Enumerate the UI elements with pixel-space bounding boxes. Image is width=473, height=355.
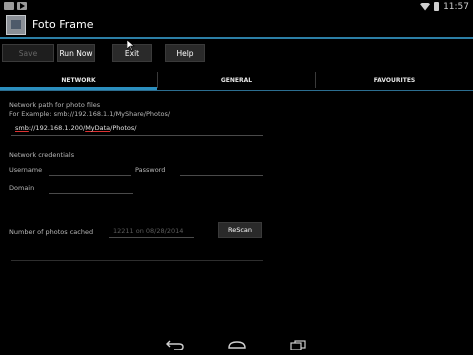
rescan-button[interactable]: ReScan: [218, 222, 262, 238]
back-icon[interactable]: [166, 340, 184, 350]
action-bar-divider: [0, 37, 473, 39]
tab-general[interactable]: GENERAL: [158, 69, 315, 91]
network-path-input[interactable]: smb://192.168.1.200/MyData/Photos/: [15, 124, 136, 132]
network-credentials-label: Network credentials: [9, 151, 75, 159]
app-title: Foto Frame: [32, 18, 94, 31]
network-path-label: Network path for photo files: [9, 101, 101, 109]
network-path-underline: [11, 135, 263, 136]
password-label: Password: [135, 166, 166, 174]
username-label: Username: [9, 166, 43, 174]
action-bar: Foto Frame: [0, 13, 473, 38]
photos-cached-value: 12211 on 08/28/2014: [113, 227, 184, 235]
path-host-text: ://192.168.1.200/: [28, 124, 86, 132]
home-icon[interactable]: [227, 340, 247, 350]
domain-field[interactable]: [49, 193, 133, 194]
mouse-cursor-icon: [127, 40, 135, 51]
tab-favourites[interactable]: FAVOURITES: [316, 69, 473, 91]
network-path-example: For Example: smb://192.168.1.1/MyShare/P…: [9, 110, 171, 118]
save-button[interactable]: Save: [2, 44, 54, 62]
image-notification-icon: [4, 2, 14, 10]
run-now-button[interactable]: Run Now: [57, 44, 95, 62]
help-button[interactable]: Help: [165, 44, 205, 62]
play-store-notification-icon: [17, 2, 27, 10]
app-icon: [6, 15, 26, 35]
photos-cached-label: Number of photos cached: [9, 228, 94, 236]
battery-icon: [434, 2, 440, 11]
photos-cached-underline: [109, 237, 194, 238]
status-bar: 11:57: [0, 0, 473, 13]
section-divider: [11, 260, 263, 261]
username-field[interactable]: [49, 175, 131, 176]
status-right: 11:57: [420, 0, 469, 13]
password-field[interactable]: [180, 175, 263, 176]
path-share-text: MyData: [85, 124, 111, 132]
path-scheme-text: smb: [15, 124, 29, 132]
navigation-bar: [0, 335, 473, 355]
tab-bar-divider: [0, 90, 473, 91]
domain-label: Domain: [9, 184, 35, 192]
status-clock: 11:57: [443, 1, 469, 12]
path-folder-text: /Photos/: [110, 124, 137, 132]
recents-icon[interactable]: [290, 340, 306, 350]
wifi-icon: [420, 2, 431, 11]
